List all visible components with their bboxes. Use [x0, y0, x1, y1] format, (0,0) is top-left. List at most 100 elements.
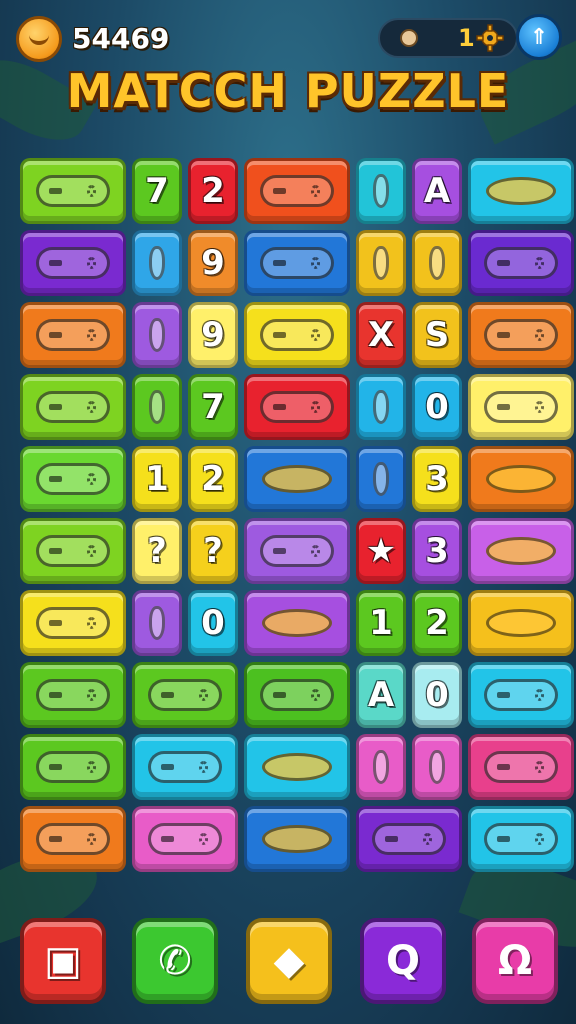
leaf-icon	[372, 750, 390, 784]
search-button[interactable]: Q	[360, 918, 446, 1004]
gamepad-icon	[260, 175, 334, 207]
gamepad-icon	[36, 679, 110, 711]
gamepad-icon	[260, 391, 334, 423]
tile-star-x[interactable]: X	[356, 302, 406, 368]
tile-strawberry[interactable]	[412, 230, 462, 296]
tile-gamepad[interactable]	[468, 374, 574, 440]
phone-button[interactable]: ✆	[132, 918, 218, 1004]
tile-letter-a[interactable]: A	[356, 662, 406, 728]
number-2-icon: 2	[425, 603, 449, 643]
tile-number-2[interactable]: 2	[188, 446, 238, 512]
tile-number-7[interactable]: 7	[188, 374, 238, 440]
tile-letter-s[interactable]: S	[412, 302, 462, 368]
phone-icon: ✆	[158, 938, 192, 984]
tile-candy[interactable]	[244, 806, 350, 872]
tile-leaf[interactable]	[356, 734, 406, 800]
grape-icon	[372, 390, 390, 424]
tile-bean[interactable]	[468, 590, 574, 656]
tile-gamepad[interactable]	[20, 374, 126, 440]
flower-icon	[372, 462, 390, 496]
tile-gamepad[interactable]	[244, 230, 350, 296]
blob-icon	[262, 752, 332, 782]
gear-icon[interactable]	[476, 24, 504, 52]
tile-gamepad[interactable]	[20, 662, 126, 728]
tile-hand[interactable]	[356, 230, 406, 296]
score-counter: 54469	[72, 22, 170, 55]
tile-number-9[interactable]: 9	[188, 302, 238, 368]
tile-gamepad[interactable]	[20, 302, 126, 368]
tile-gamepad[interactable]	[244, 302, 350, 368]
profile-button[interactable]: Ω	[472, 918, 558, 1004]
tile-blob[interactable]	[244, 734, 350, 800]
tile-gamepad[interactable]	[244, 374, 350, 440]
tile-strawberry[interactable]	[132, 374, 182, 440]
tile-question[interactable]: ?	[132, 518, 182, 584]
number-2-icon: 2	[201, 459, 225, 499]
tile-number-0[interactable]: 0	[412, 374, 462, 440]
robot-button[interactable]: ▣	[20, 918, 106, 1004]
tile-blob[interactable]	[468, 518, 574, 584]
tile-flower[interactable]	[356, 446, 406, 512]
number-7-icon: 7	[145, 171, 169, 211]
tile-grape[interactable]	[132, 590, 182, 656]
gamepad-icon	[148, 679, 222, 711]
tile-gamepad[interactable]	[132, 734, 238, 800]
gamepad-icon	[36, 751, 110, 783]
top-hud: 54469 1 ⇑	[0, 14, 576, 64]
tile-number-0[interactable]: 0	[188, 590, 238, 656]
tile-gamepad[interactable]	[244, 518, 350, 584]
tile-bread[interactable]	[244, 446, 350, 512]
tile-gamepad[interactable]	[132, 662, 238, 728]
tile-gamepad[interactable]	[20, 734, 126, 800]
tile-gamepad[interactable]	[468, 230, 574, 296]
tile-gamepad[interactable]	[468, 662, 574, 728]
tile-bread[interactable]	[468, 446, 574, 512]
tile-gamepad[interactable]	[468, 806, 574, 872]
tile-number-3[interactable]: 3	[412, 518, 462, 584]
blob-icon	[486, 536, 556, 566]
tile-ghost[interactable]	[412, 734, 462, 800]
level-pill[interactable]: 1	[378, 18, 518, 58]
fish-button[interactable]: ◆	[246, 918, 332, 1004]
tile-gamepad[interactable]	[20, 806, 126, 872]
tile-number-0[interactable]: 0	[412, 662, 462, 728]
tile-chef-hat[interactable]	[132, 230, 182, 296]
tile-number-1[interactable]: 1	[356, 590, 406, 656]
tile-number-2[interactable]: 2	[412, 590, 462, 656]
gamepad-icon	[260, 679, 334, 711]
tile-number-3[interactable]: 3	[412, 446, 462, 512]
gamepad-icon	[36, 391, 110, 423]
tile-number-1[interactable]: 1	[132, 446, 182, 512]
tile-gamepad[interactable]	[20, 518, 126, 584]
tile-grape[interactable]	[356, 374, 406, 440]
level-number: 1	[458, 24, 475, 52]
tile-gamepad[interactable]	[244, 662, 350, 728]
tile-gamepad[interactable]	[468, 734, 574, 800]
tile-letter-a[interactable]: A	[412, 158, 462, 224]
tile-gamepad[interactable]	[468, 302, 574, 368]
star-x-icon: X	[367, 315, 395, 355]
gamepad-icon	[148, 751, 222, 783]
game-title: MATCCH PUZZLE	[66, 64, 510, 118]
tile-gamepad[interactable]	[20, 158, 126, 224]
candy-icon	[262, 824, 332, 854]
tile-question[interactable]: ?	[188, 518, 238, 584]
arrow-up-icon[interactable]: ⇑	[516, 14, 562, 60]
tile-gamepad[interactable]	[20, 590, 126, 656]
tile-apple[interactable]	[132, 302, 182, 368]
tile-gamepad[interactable]	[20, 446, 126, 512]
tile-gamepad[interactable]	[20, 230, 126, 296]
tile-number-2[interactable]: 2	[188, 158, 238, 224]
tile-key[interactable]	[356, 806, 462, 872]
tile-gamepad[interactable]	[132, 806, 238, 872]
chef-hat-icon	[148, 246, 166, 280]
number-7-icon: 7	[201, 387, 225, 427]
tile-number-7[interactable]: 7	[132, 158, 182, 224]
tile-gamepad[interactable]	[244, 158, 350, 224]
tile-star[interactable]: ★	[356, 518, 406, 584]
tile-blob[interactable]	[468, 158, 574, 224]
tile-bean[interactable]	[244, 590, 350, 656]
tile-number-9[interactable]: 9	[188, 230, 238, 296]
gamepad-icon	[484, 751, 558, 783]
tile-strawberry[interactable]	[356, 158, 406, 224]
